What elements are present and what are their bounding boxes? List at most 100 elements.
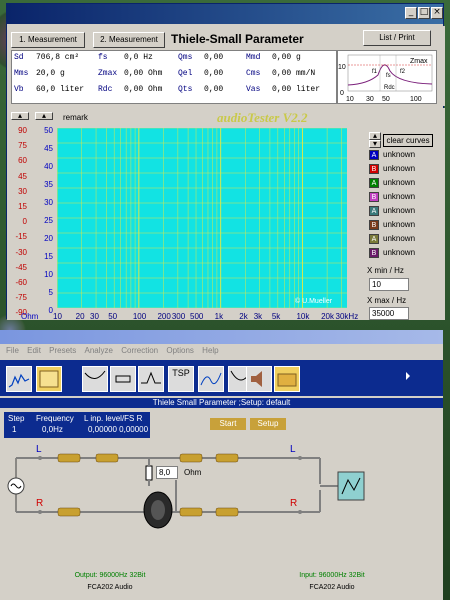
thiele-small-window: _ □ × 1. Measurement 2. Measurement Thie… <box>6 3 445 321</box>
waterfall-tool-icon[interactable] <box>198 366 224 392</box>
frequency-tick-label: 200 <box>157 312 171 321</box>
impedance-tool-icon[interactable] <box>110 366 136 392</box>
curve-color-swatch[interactable]: B <box>369 164 379 174</box>
impedance-tick-label: 5 <box>48 288 53 297</box>
legend-item[interactable]: Aunknown <box>369 206 439 218</box>
folder-tool-icon[interactable] <box>274 366 300 392</box>
param-qel: Qel 0,00 <box>178 69 224 78</box>
response-tool-icon[interactable] <box>82 366 108 392</box>
impedance-tick-label: 35 <box>44 180 53 189</box>
right-channel-label: R <box>36 498 44 509</box>
audiotester-main-window: File Edit Presets Analyze Correction Opt… <box>0 330 443 600</box>
mini-ytick: 0 <box>340 90 344 97</box>
minimize-icon[interactable]: _ <box>405 7 417 19</box>
circuit-diagram: L R L R 8,0 Ohm <box>0 440 443 560</box>
legend-label: unknown <box>383 192 416 202</box>
frequency-tick-label: 30kHz <box>335 312 359 321</box>
menu-presets[interactable]: Presets <box>49 346 76 355</box>
tsp-tool-button[interactable]: TSP <box>168 366 194 392</box>
mini-f1-label: f1 <box>372 69 378 75</box>
legend-down-button[interactable]: ▾ <box>369 140 381 148</box>
mini-fs-label: fs <box>386 73 391 79</box>
list-print-button[interactable]: List / Print <box>363 30 431 46</box>
measurement-graph[interactable]: © U.Mueller <box>56 127 347 309</box>
menu-file[interactable]: File <box>6 346 19 355</box>
speaker-tool-icon[interactable] <box>246 366 272 392</box>
maximize-icon[interactable]: □ <box>418 7 430 19</box>
legend-item[interactable]: Bunknown <box>369 248 439 260</box>
menu-options[interactable]: Options <box>166 346 194 355</box>
output-device: FCA202 Audio <box>87 584 133 591</box>
info-frequency-value: 0,0Hz <box>42 425 63 434</box>
param-fs: fs 0,0 Hz <box>98 53 153 62</box>
toolbar-more-icon[interactable] <box>404 366 412 392</box>
measurement-2-button[interactable]: 2. Measurement <box>93 32 165 48</box>
legend-item[interactable]: Bunknown <box>369 164 439 176</box>
resistor-value-input[interactable]: 8,0 <box>156 466 178 479</box>
title-bar[interactable] <box>0 330 443 344</box>
curve-color-swatch[interactable]: B <box>369 248 379 258</box>
legend-label: unknown <box>383 164 416 174</box>
legend-label: unknown <box>383 234 416 244</box>
curve-color-swatch[interactable]: A <box>369 206 379 216</box>
xmax-input[interactable]: 35000 <box>369 307 409 320</box>
frequency-tick-label: 1k <box>214 312 224 321</box>
legend-item[interactable]: Bunknown <box>369 220 439 232</box>
param-qts: Qts 0,00 <box>178 85 224 94</box>
menu-correction[interactable]: Correction <box>121 346 158 355</box>
curve-color-swatch[interactable]: B <box>369 192 379 202</box>
curve-color-swatch[interactable]: A <box>369 234 379 244</box>
audiotester-panel: ▴ ▴ remark audioTester V2.2 90 75 60 45 30 15… <box>7 108 445 321</box>
input-format: Input: 96000Hz 32Bit <box>299 572 365 579</box>
frequency-tick-label: 30 <box>90 312 99 321</box>
remark-label: remark <box>63 113 88 122</box>
curve-color-swatch[interactable]: A <box>369 178 379 188</box>
mini-f2-label: f2 <box>400 69 406 75</box>
phase-tick-label: -75 <box>15 293 27 303</box>
curve-color-swatch[interactable]: A <box>369 150 379 160</box>
measurement-1-button[interactable]: 1. Measurement <box>11 32 85 48</box>
red-axis-up-button[interactable]: ▴ <box>11 112 29 120</box>
legend-item[interactable]: Aunknown <box>369 150 439 162</box>
frequency-tick-label: 10k <box>296 312 310 321</box>
oscilloscope-tool-icon[interactable] <box>36 366 62 392</box>
param-mms: Mms 20,0 g <box>14 69 65 78</box>
phase-axis: 90 75 60 45 30 15 0 -15 -30 -45 -60 -75 -90 <box>11 126 29 317</box>
legend-item[interactable]: Aunknown <box>369 234 439 246</box>
xmin-input[interactable]: 10 <box>369 278 409 291</box>
xmin-label: X min / Hz <box>367 266 404 275</box>
impedance-axis: 50 45 40 35 30 25 20 15 10 5 0 <box>33 126 55 315</box>
arrow-up-icon: ▴ <box>17 111 22 120</box>
menu-analyze[interactable]: Analyze <box>85 346 113 355</box>
info-level-value: 0,00000 0,00000 <box>88 425 149 434</box>
page-title: Thiele-Small Parameter <box>171 32 304 46</box>
clear-curves-button[interactable]: clear curves <box>383 134 433 147</box>
phase-tick-label: 15 <box>18 202 27 211</box>
legend-item[interactable]: Bunknown <box>369 192 439 204</box>
measurement-info: Step Frequency L inp. level/FS R 1 0,0Hz… <box>4 412 150 438</box>
phase-tick-label: 45 <box>18 171 27 181</box>
filter-tool-icon[interactable] <box>138 366 164 392</box>
start-button[interactable]: Start <box>210 418 246 430</box>
spectrum-tool-icon[interactable] <box>6 366 32 392</box>
mini-zmax-label: Zmax <box>410 58 428 65</box>
legend-label: unknown <box>383 178 416 188</box>
output-format: Output: 96000Hz 32Bit <box>74 572 146 579</box>
close-icon[interactable]: × <box>431 7 443 19</box>
legend-label: unknown <box>383 150 416 160</box>
blue-axis-up-button[interactable]: ▴ <box>35 112 53 120</box>
legend-item[interactable]: Aunknown <box>369 178 439 190</box>
setup-button[interactable]: Setup <box>250 418 286 430</box>
phase-tick-label: 90 <box>18 126 27 135</box>
frequency-tick-label: 20 <box>75 312 85 321</box>
frequency-tick-label: 2k <box>239 312 248 321</box>
frequency-tick-label: 20k <box>321 312 335 321</box>
menu-edit[interactable]: Edit <box>27 346 41 355</box>
impedance-tick-label: 30 <box>44 198 53 207</box>
menu-help[interactable]: Help <box>202 346 218 355</box>
title-bar[interactable]: _ □ × <box>7 4 443 24</box>
param-qms: Qms 0,00 <box>178 53 224 62</box>
curve-color-swatch[interactable]: B <box>369 220 379 230</box>
brand-logo: audioTester V2.2 <box>217 110 308 125</box>
phase-tick-label: 0 <box>22 217 27 227</box>
